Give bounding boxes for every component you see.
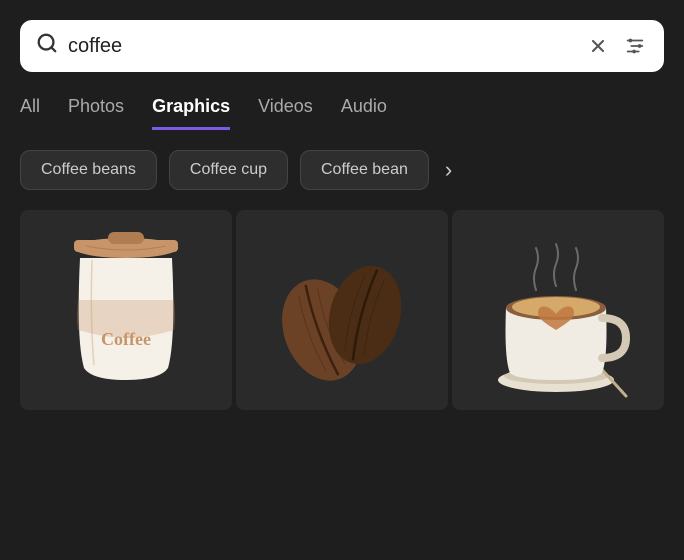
pill-coffee-bean[interactable]: Coffee bean xyxy=(300,150,429,190)
pill-coffee-beans[interactable]: Coffee beans xyxy=(20,150,157,190)
tab-videos[interactable]: Videos xyxy=(258,96,313,130)
image-cell-coffee-cup[interactable]: Coffee xyxy=(20,210,232,410)
image-cell-coffee-beans[interactable] xyxy=(236,210,448,410)
pill-coffee-cup[interactable]: Coffee cup xyxy=(169,150,288,190)
search-input[interactable] xyxy=(68,35,574,58)
search-bar xyxy=(20,20,664,72)
tab-audio[interactable]: Audio xyxy=(341,96,387,130)
tab-graphics[interactable]: Graphics xyxy=(152,96,230,130)
image-grid: Coffee xyxy=(20,210,664,410)
search-clear-button[interactable] xyxy=(584,36,612,56)
search-icon xyxy=(36,32,58,60)
image-cell-coffee-latte[interactable] xyxy=(452,210,664,410)
tab-photos[interactable]: Photos xyxy=(68,96,124,130)
search-filter-button[interactable] xyxy=(622,35,648,57)
pills-next-button[interactable]: › xyxy=(441,157,456,183)
svg-text:Coffee: Coffee xyxy=(101,329,151,349)
tab-all[interactable]: All xyxy=(20,96,40,130)
tab-bar: All Photos Graphics Videos Audio xyxy=(20,96,664,130)
filter-pills: Coffee beans Coffee cup Coffee bean › xyxy=(20,150,664,190)
